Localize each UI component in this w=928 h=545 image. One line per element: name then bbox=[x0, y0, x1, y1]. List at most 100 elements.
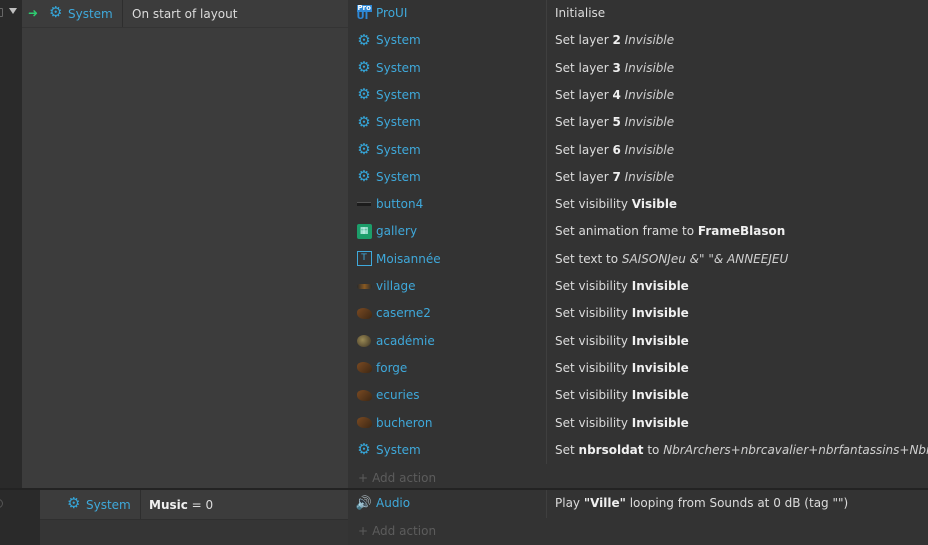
action-object-name[interactable]: System bbox=[376, 143, 421, 157]
condition-text[interactable]: On start of layout bbox=[132, 7, 237, 21]
action-description-part: Set visibility bbox=[555, 306, 632, 321]
action-description-part: Set visibility bbox=[555, 388, 632, 403]
action-description[interactable]: Set layer 6 Invisible bbox=[555, 143, 674, 157]
action-description-part: SAISONJeu &" "& ANNEEJEU bbox=[621, 251, 789, 266]
condition-text[interactable]: Music = 0 bbox=[149, 498, 213, 512]
action-row[interactable]: académie Set visibility Invisible bbox=[348, 328, 928, 355]
action-object-name[interactable]: System bbox=[376, 170, 421, 184]
bucheron-icon bbox=[356, 415, 372, 431]
action-description-part: Set layer bbox=[555, 142, 613, 157]
event2-conditions[interactable]: ⚙ System Music = 0 bbox=[40, 490, 348, 545]
event2-actions[interactable]: 🔊 Audio Play "Ville" looping from Sounds a… bbox=[348, 490, 928, 545]
action-row[interactable]: caserne2 Set visibility Invisible bbox=[348, 300, 928, 327]
action-description-part: Set visibility bbox=[555, 333, 632, 348]
action-description-part: Initialise bbox=[555, 6, 606, 20]
action-description-part: NbrArchers+nbrcavalier+nbrfantassins+Nbr… bbox=[663, 442, 928, 457]
action-description[interactable]: Set animation frame to FrameBlason bbox=[555, 224, 785, 238]
action-description-part: Invisible bbox=[624, 33, 675, 48]
action-object-name[interactable]: gallery bbox=[376, 224, 417, 238]
action-description-part: Invisible bbox=[631, 306, 689, 321]
action-row[interactable]: ⚙ System Set layer 5 Invisible bbox=[348, 109, 928, 136]
action-description[interactable]: Set layer 5 Invisible bbox=[555, 115, 674, 129]
action-description-part: Set visibility bbox=[555, 360, 632, 375]
action-object-name[interactable]: button4 bbox=[376, 197, 423, 211]
action-description-part: Invisible bbox=[631, 333, 689, 348]
action-object-name[interactable]: Moisannée bbox=[376, 252, 441, 266]
action-object-name[interactable]: caserne2 bbox=[376, 306, 431, 320]
action-row[interactable]: ⚙ System Set nbrsoldat to NbrArchers+nbrca… bbox=[348, 437, 928, 464]
action-row[interactable]: button4 Set visibility Visible bbox=[348, 191, 928, 218]
action-object-name[interactable]: System bbox=[376, 33, 421, 47]
action-description[interactable]: Set text to SAISONJeu &" "& ANNEEJEU bbox=[555, 252, 788, 266]
action-description-part: 2 bbox=[612, 33, 621, 48]
action-description-part: 6 bbox=[612, 142, 621, 157]
action-object-name[interactable]: ProUI bbox=[376, 6, 407, 20]
action-object-name[interactable]: System bbox=[376, 61, 421, 75]
action-object-name[interactable]: bucheron bbox=[376, 416, 432, 430]
action-description[interactable]: Set visibility Invisible bbox=[555, 416, 689, 430]
action-description-part: Play bbox=[555, 496, 584, 510]
action-description[interactable]: Set nbrsoldat to NbrArchers+nbrcavalier+… bbox=[555, 443, 928, 457]
action-row[interactable]: 🔊 Audio Play "Ville" looping from Sounds a… bbox=[348, 490, 928, 517]
action-description-part: Invisible bbox=[624, 142, 675, 157]
plus-icon: + bbox=[358, 471, 369, 486]
gear-icon: ⚙ bbox=[357, 140, 371, 158]
action-description-part: Set layer bbox=[555, 33, 613, 48]
condition-object-cell[interactable]: ⚙ System bbox=[40, 490, 141, 519]
action-description[interactable]: Set layer 3 Invisible bbox=[555, 61, 674, 75]
action-object-name[interactable]: village bbox=[376, 279, 415, 293]
gear-icon: ⚙ bbox=[67, 494, 81, 512]
add-action-link[interactable]: + Add action bbox=[358, 524, 436, 538]
action-object-name[interactable]: forge bbox=[376, 361, 407, 375]
action-row[interactable]: ⚙ System Set layer 4 Invisible bbox=[348, 82, 928, 109]
action-description[interactable]: Initialise bbox=[555, 6, 605, 20]
action-description-part: Set text to bbox=[555, 251, 622, 266]
action-object-name[interactable]: Audio bbox=[376, 496, 410, 510]
action-row[interactable]: T Moisannée Set text to SAISONJeu &" "& AN… bbox=[348, 246, 928, 273]
action-object-name[interactable]: académie bbox=[376, 334, 435, 348]
action-description-part: Set layer bbox=[555, 87, 613, 102]
action-row[interactable]: bucheron Set visibility Invisible bbox=[348, 410, 928, 437]
action-description-part: looping from Sounds at 0 dB (tag "") bbox=[625, 496, 849, 510]
action-row[interactable]: ecuries Set visibility Invisible bbox=[348, 382, 928, 409]
action-description[interactable]: Set visibility Invisible bbox=[555, 388, 689, 402]
condition-comparison: = 0 bbox=[187, 498, 214, 512]
action-description-part: Set animation frame to bbox=[555, 224, 698, 239]
action-description[interactable]: Set visibility Visible bbox=[555, 197, 677, 211]
action-object-name[interactable]: System bbox=[376, 443, 421, 457]
event-gutter bbox=[0, 0, 22, 488]
action-row[interactable]: forge Set visibility Invisible bbox=[348, 355, 928, 382]
action-object-name[interactable]: System bbox=[376, 115, 421, 129]
event1-actions[interactable]: Pro UI ProUI Initialise ⚙ System Set layer 2 I… bbox=[348, 0, 928, 488]
action-description[interactable]: Set layer 2 Invisible bbox=[555, 33, 674, 47]
action-description-part: 4 bbox=[612, 87, 621, 102]
event1-conditions[interactable]: ➜ ⚙ System On start of layout bbox=[22, 0, 348, 488]
action-object-name[interactable]: System bbox=[376, 88, 421, 102]
action-description[interactable]: Set layer 4 Invisible bbox=[555, 88, 674, 102]
action-row[interactable]: ⚙ System Set layer 2 Invisible bbox=[348, 27, 928, 54]
action-description[interactable]: Set visibility Invisible bbox=[555, 306, 689, 320]
condition-row[interactable]: ➜ ⚙ System On start of layout bbox=[22, 0, 348, 28]
condition-object-cell[interactable]: ➜ ⚙ System bbox=[22, 0, 123, 27]
action-row[interactable]: village Set visibility Invisible bbox=[348, 273, 928, 300]
action-row[interactable]: ⚙ System Set layer 6 Invisible bbox=[348, 137, 928, 164]
action-description[interactable]: Set visibility Invisible bbox=[555, 361, 689, 375]
action-description[interactable]: Set visibility Invisible bbox=[555, 334, 689, 348]
condition-row[interactable]: ⚙ System Music = 0 bbox=[40, 490, 348, 520]
condition-object-name: System bbox=[68, 7, 113, 21]
add-action-link[interactable]: + Add action bbox=[358, 471, 436, 485]
event-toggle[interactable] bbox=[0, 8, 3, 17]
action-description[interactable]: Set layer 7 Invisible bbox=[555, 170, 674, 184]
audio-icon: 🔊 bbox=[355, 495, 373, 511]
caserne-icon bbox=[356, 305, 372, 321]
action-row[interactable]: ⚙ System Set layer 3 Invisible bbox=[348, 55, 928, 82]
action-row[interactable]: ▦ gallery Set animation frame to FrameBlas… bbox=[348, 218, 928, 245]
collapse-triangle-icon[interactable] bbox=[9, 8, 17, 14]
action-row[interactable]: Pro UI ProUI Initialise bbox=[348, 0, 928, 27]
action-description[interactable]: Set visibility Invisible bbox=[555, 279, 689, 293]
action-description-part: Invisible bbox=[624, 115, 675, 130]
column-divider bbox=[546, 490, 547, 518]
action-row[interactable]: ⚙ System Set layer 7 Invisible bbox=[348, 164, 928, 191]
action-object-name[interactable]: ecuries bbox=[376, 388, 420, 402]
action-description[interactable]: Play "Ville" looping from Sounds at 0 dB… bbox=[555, 496, 848, 510]
